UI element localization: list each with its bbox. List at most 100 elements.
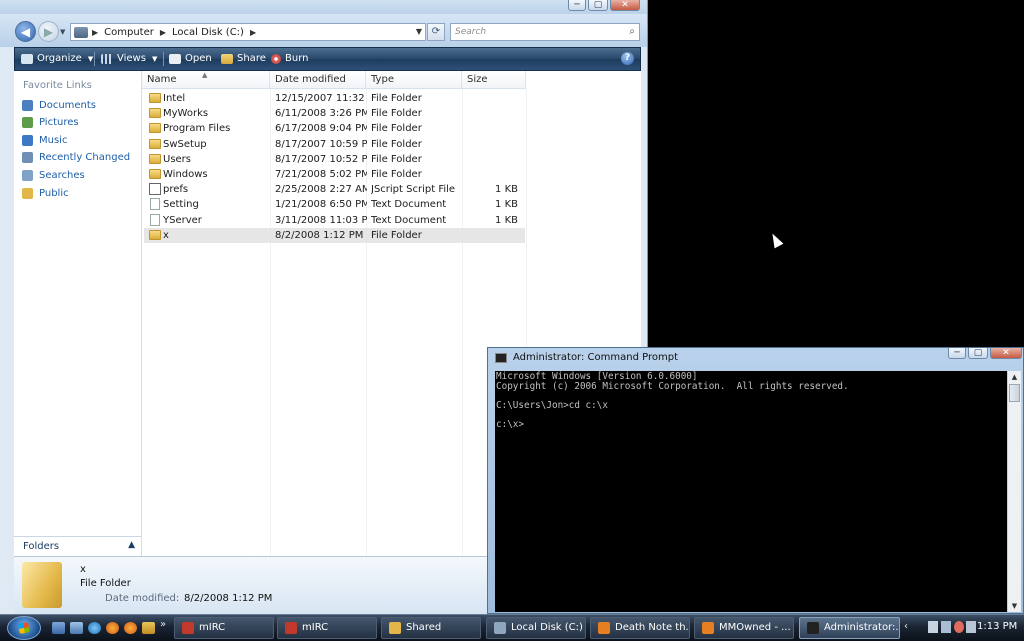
minimize-button[interactable]: ─ bbox=[568, 0, 586, 11]
organize-button[interactable]: Organize ▼ bbox=[21, 48, 93, 70]
favorite-link[interactable]: Recently Changed bbox=[22, 150, 130, 166]
column-header-date[interactable]: Date modified bbox=[270, 71, 366, 89]
taskbar-button[interactable]: Shared bbox=[381, 617, 481, 639]
file-size bbox=[474, 228, 518, 243]
details-type: File Folder bbox=[80, 578, 131, 589]
favorite-link[interactable]: Music bbox=[22, 132, 67, 148]
taskbar-button[interactable]: Death Note th... bbox=[590, 617, 690, 639]
drive-icon bbox=[494, 622, 506, 634]
taskbar-button[interactable]: Administrator:... bbox=[799, 617, 900, 639]
folder-icon bbox=[149, 108, 161, 119]
folder-icon bbox=[149, 138, 161, 149]
taskbar-button[interactable]: MMOwned - ... bbox=[694, 617, 794, 639]
file-name: MyWorks bbox=[163, 108, 209, 120]
battery-icon[interactable] bbox=[928, 621, 938, 633]
favorite-link[interactable]: Documents bbox=[22, 97, 96, 113]
folders-toggle[interactable]: Folders ▲ bbox=[14, 536, 141, 557]
cmd-minimize-button[interactable]: ─ bbox=[948, 348, 966, 359]
breadcrumb-separator-icon[interactable]: ▶ bbox=[250, 28, 256, 37]
cmd-close-button[interactable]: ✕ bbox=[990, 348, 1022, 359]
taskbar-button[interactable]: mIRC bbox=[174, 617, 274, 639]
recent-pages-dropdown[interactable]: ▼ bbox=[60, 28, 65, 36]
address-bar[interactable]: ▶ Computer ▶ Local Disk (C:) ▶ ▼ bbox=[70, 23, 426, 41]
switch-windows-icon[interactable] bbox=[70, 622, 83, 634]
column-header-name-label: Name bbox=[147, 74, 177, 85]
file-row[interactable]: x 8/2/2008 1:12 PM File Folder bbox=[144, 227, 525, 243]
search-input[interactable]: Search ⌕ bbox=[450, 23, 640, 41]
forward-button[interactable]: ▶ bbox=[38, 21, 59, 42]
column-header-type[interactable]: Type bbox=[366, 71, 462, 89]
folder-icon[interactable] bbox=[142, 622, 155, 634]
explorer-titlebar[interactable]: ─ ▢ ✕ bbox=[0, 0, 647, 14]
folder-icon bbox=[149, 169, 161, 179]
internet-explorer-icon[interactable] bbox=[88, 622, 101, 634]
favorite-link-label: Recently Changed bbox=[39, 152, 131, 164]
scroll-up-icon[interactable]: ▲ bbox=[1008, 371, 1021, 383]
favorite-link[interactable]: Pictures bbox=[22, 115, 79, 131]
breadcrumb-separator-icon[interactable]: ▶ bbox=[160, 28, 166, 37]
start-button[interactable] bbox=[7, 616, 41, 640]
back-button[interactable]: ◀ bbox=[15, 21, 36, 42]
volume-icon[interactable] bbox=[954, 621, 964, 633]
tray-app-icon[interactable] bbox=[966, 621, 976, 633]
file-type: File Folder bbox=[371, 153, 422, 165]
file-row[interactable]: prefs 2/25/2008 2:27 AM JScript Script Fil… bbox=[144, 182, 525, 197]
views-label: Views bbox=[117, 53, 146, 64]
forward-arrow-icon: ▶ bbox=[43, 24, 54, 39]
address-dropdown-icon[interactable]: ▼ bbox=[416, 27, 422, 36]
search-icon[interactable]: ⌕ bbox=[629, 24, 635, 40]
quick-launch-more-button[interactable]: » bbox=[160, 619, 166, 630]
scroll-thumb[interactable] bbox=[1009, 384, 1020, 402]
address-row: ◀ ▶ ▼ ▶ Computer ▶ Local Disk (C:) ▶ ▼ ⟳… bbox=[0, 14, 647, 47]
file-row[interactable]: Setting 1/21/2008 6:50 PM Text Document 1 K… bbox=[144, 197, 525, 212]
file-row[interactable]: YServer 3/11/2008 11:03 PM Text Document 1 … bbox=[144, 213, 525, 228]
cmd-title: Administrator: Command Prompt bbox=[513, 352, 678, 363]
firefox-icon[interactable] bbox=[106, 622, 119, 634]
open-icon bbox=[169, 54, 181, 64]
views-button[interactable]: Views ▼ bbox=[101, 48, 157, 70]
breadcrumb-separator-icon[interactable]: ▶ bbox=[92, 28, 98, 37]
tray-expand-button[interactable]: ‹ bbox=[904, 621, 908, 632]
file-row[interactable]: MyWorks 6/11/2008 3:26 PM File Folder bbox=[144, 106, 525, 121]
network-icon[interactable] bbox=[941, 621, 951, 633]
close-button[interactable]: ✕ bbox=[610, 0, 640, 11]
burn-button[interactable]: Burn bbox=[271, 48, 308, 70]
maximize-button[interactable]: ▢ bbox=[588, 0, 608, 11]
file-row[interactable]: Program Files 6/17/2008 9:04 PM File Folde… bbox=[144, 121, 525, 136]
file-row[interactable]: Intel 12/15/2007 11:32 ... File Folder bbox=[144, 91, 525, 106]
clock[interactable]: 1:13 PM bbox=[977, 621, 1017, 632]
share-button[interactable]: Share bbox=[221, 48, 266, 70]
share-label: Share bbox=[237, 53, 266, 64]
taskbar-button-label: mIRC bbox=[199, 622, 226, 633]
show-desktop-icon[interactable] bbox=[52, 622, 65, 634]
favorite-link[interactable]: Public bbox=[22, 185, 69, 201]
breadcrumb-computer[interactable]: Computer bbox=[104, 27, 154, 38]
column-header-size[interactable]: Size bbox=[462, 71, 526, 89]
scroll-down-icon[interactable]: ▼ bbox=[1008, 600, 1021, 612]
firefox-icon[interactable] bbox=[124, 622, 137, 634]
taskbar-button[interactable]: Local Disk (C:) bbox=[486, 617, 586, 639]
breadcrumb-local-disk[interactable]: Local Disk (C:) bbox=[172, 27, 244, 38]
taskbar-button-label: Administrator:... bbox=[824, 622, 900, 633]
favorite-link-label: Public bbox=[39, 187, 69, 199]
cmd-console[interactable]: Microsoft Windows [Version 6.0.6000] Copy… bbox=[495, 371, 1007, 612]
file-name: Windows bbox=[163, 169, 208, 180]
console-line: Copyright (c) 2006 Microsoft Corporation… bbox=[496, 380, 849, 392]
cmd-scrollbar[interactable]: ▲ ▼ bbox=[1007, 371, 1021, 612]
taskbar-button[interactable]: mIRC bbox=[277, 617, 377, 639]
file-type: Text Document bbox=[371, 199, 447, 211]
column-header-name[interactable]: Name ▲ bbox=[142, 71, 270, 89]
file-row[interactable]: SwSetup 8/17/2007 10:59 PM File Folder bbox=[144, 137, 525, 152]
favorite-link[interactable]: Searches bbox=[22, 167, 85, 183]
refresh-button[interactable]: ⟳ bbox=[427, 23, 445, 41]
cmd-maximize-button[interactable]: ▢ bbox=[968, 348, 988, 359]
details-modified-value: 8/2/2008 1:12 PM bbox=[184, 593, 273, 604]
command-prompt-window[interactable]: Administrator: Command Prompt ─ ▢ ✕ Micr… bbox=[487, 347, 1024, 614]
help-button[interactable]: ? bbox=[621, 52, 634, 65]
file-row[interactable]: Windows 7/21/2008 5:02 PM File Folder bbox=[144, 167, 525, 182]
file-row[interactable]: Users 8/17/2007 10:52 PM File Folder bbox=[144, 152, 525, 167]
cmd-titlebar[interactable]: Administrator: Command Prompt bbox=[495, 352, 678, 363]
details-name: x bbox=[80, 564, 86, 575]
taskbar: » mIRC mIRC Shared Local Disk (C:) Death Not… bbox=[0, 614, 1024, 641]
console-line: C:\Users\Jon>cd c:\x bbox=[496, 399, 608, 411]
